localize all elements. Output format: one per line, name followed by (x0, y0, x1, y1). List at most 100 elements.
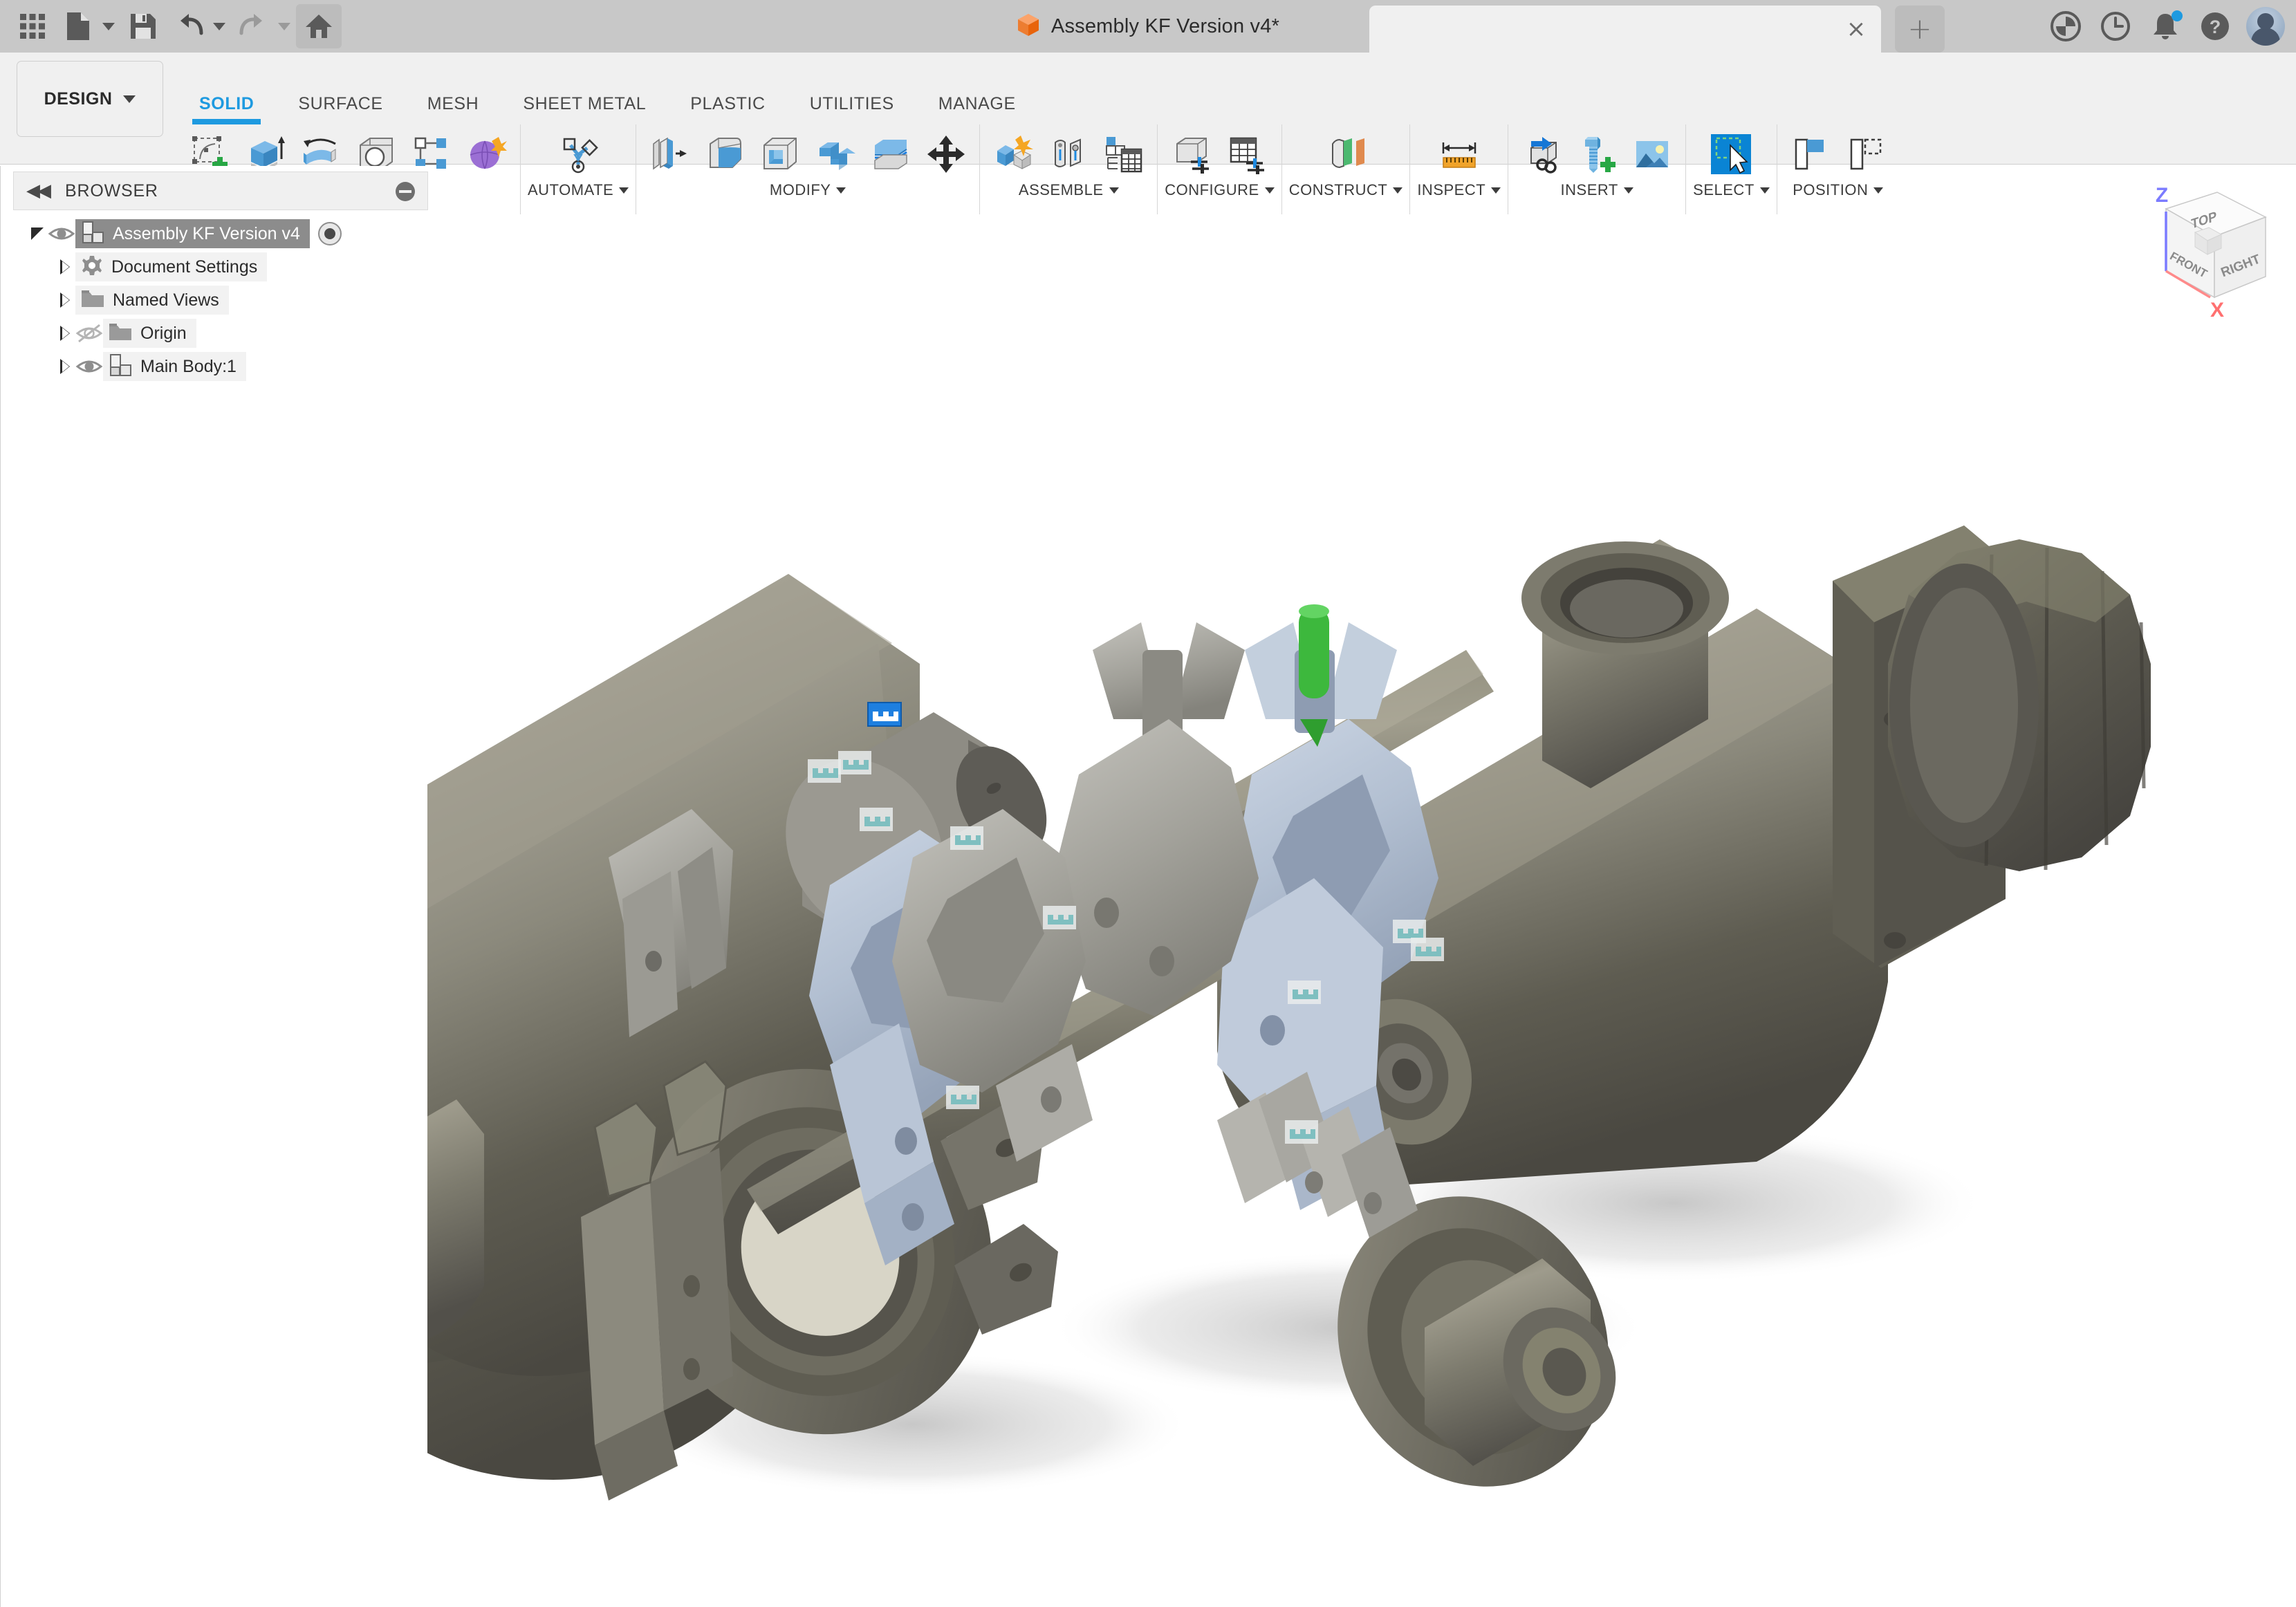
panel-label-insert[interactable]: INSERT (1561, 181, 1633, 199)
extensions-icon[interactable] (2047, 8, 2084, 45)
joint-icon[interactable] (1042, 127, 1095, 182)
expander-expanded-icon[interactable] (27, 227, 48, 240)
insert-canvas-icon[interactable] (1626, 127, 1678, 182)
fillet-icon[interactable] (698, 127, 751, 182)
automate-icon[interactable] (552, 127, 604, 182)
gear-icon (81, 254, 103, 280)
tree-row-named-views[interactable]: Named Views (1, 284, 428, 317)
combine-icon[interactable] (809, 127, 862, 182)
redo-icon[interactable] (231, 4, 277, 48)
minimize-icon[interactable] (396, 182, 415, 201)
undo-button[interactable] (166, 4, 231, 48)
tree-row-origin[interactable]: Origin (1, 317, 428, 350)
tree-row-root[interactable]: Assembly KF Version v4 (1, 217, 428, 250)
panel-label-assemble[interactable]: ASSEMBLE (1019, 181, 1119, 199)
tab-mesh[interactable]: MESH (405, 94, 501, 126)
panel-label-position[interactable]: POSITION (1793, 181, 1883, 199)
document-tab-active[interactable]: × (1369, 6, 1881, 53)
bill-of-materials-icon[interactable] (1098, 127, 1150, 182)
tab-surface[interactable]: SURFACE (276, 94, 405, 126)
back-end-block (1833, 526, 2006, 968)
tab-utilities[interactable]: UTILITIES (788, 94, 916, 126)
plus-icon: + (1907, 15, 1932, 44)
eye-visible-icon[interactable] (75, 355, 103, 378)
tab-label: MESH (427, 94, 479, 114)
chevron-down-icon (1265, 187, 1275, 194)
contact-set-marker (1288, 981, 1321, 1004)
tree-item-main-body[interactable]: Main Body:1 (103, 352, 246, 381)
knurled-knob (1888, 539, 2151, 871)
panel-label-automate[interactable]: AUTOMATE (528, 181, 629, 199)
eye-visible-icon[interactable] (48, 222, 75, 245)
tab-plastic[interactable]: PLASTIC (668, 94, 787, 126)
tab-sheet-metal[interactable]: SHEET METAL (501, 94, 668, 126)
tree-row-document-settings[interactable]: Document Settings (1, 250, 428, 284)
create-form-icon[interactable] (461, 127, 513, 182)
activate-component-radio[interactable] (318, 222, 342, 245)
new-component-icon[interactable] (987, 127, 1039, 182)
svg-text:X: X (2210, 299, 2224, 322)
tree-item-origin[interactable]: Origin (103, 319, 196, 348)
tree-item-label: Assembly KF Version v4 (113, 224, 300, 244)
avatar[interactable] (2246, 7, 2285, 46)
snapshot-icon[interactable] (1840, 127, 1892, 182)
panel-label-inspect[interactable]: INSPECT (1417, 181, 1501, 199)
tree-row-main-body[interactable]: Main Body:1 (1, 350, 428, 383)
panel-title: MODIFY (770, 181, 831, 199)
tree-item-document-settings[interactable]: Document Settings (75, 252, 267, 281)
contact-set-marker (1393, 920, 1426, 943)
expander-collapsed-icon[interactable] (55, 259, 75, 275)
back-tube-assembly (747, 526, 2151, 1534)
press-pull-icon[interactable] (643, 127, 696, 182)
tab-solid[interactable]: SOLID (177, 94, 276, 126)
panel-title: INSERT (1561, 181, 1618, 199)
expander-collapsed-icon[interactable] (55, 292, 75, 308)
expander-collapsed-icon[interactable] (55, 326, 75, 341)
contact-set-marker (1411, 938, 1444, 961)
gray-clamp-rear (892, 809, 1093, 1162)
job-status-icon[interactable] (2097, 8, 2134, 45)
app-grid-icon[interactable] (10, 4, 55, 48)
expander-collapsed-icon[interactable] (55, 359, 75, 374)
lower-shaft (747, 823, 1414, 1234)
offset-plane-icon[interactable] (1320, 127, 1372, 182)
title-bar: × + Assembly KF Version v4* (0, 0, 2296, 53)
collapse-left-icon[interactable]: ◀◀ (26, 180, 48, 201)
view-cube[interactable]: TOP FRONT RIGHT Z X (2137, 178, 2289, 331)
tab-manage[interactable]: MANAGE (916, 94, 1038, 126)
shell-icon[interactable] (754, 127, 806, 182)
workspace-switcher[interactable]: DESIGN (17, 61, 163, 137)
panel-label-select[interactable]: SELECT (1693, 181, 1770, 199)
notifications-icon[interactable] (2147, 8, 2184, 45)
file-menu-button[interactable] (55, 4, 120, 48)
insert-mcmaster-icon[interactable] (1571, 127, 1623, 182)
home-icon[interactable] (296, 4, 342, 48)
tree-item-assembly[interactable]: Assembly KF Version v4 (75, 219, 310, 248)
new-tab-button[interactable]: + (1895, 6, 1945, 53)
configure-design-icon[interactable] (1165, 127, 1218, 182)
measure-icon[interactable] (1433, 127, 1485, 182)
undo-icon[interactable] (166, 4, 212, 48)
panel-title: INSPECT (1417, 181, 1485, 199)
svg-text:Z: Z (2156, 184, 2168, 207)
panel-label-construct[interactable]: CONSTRUCT (1289, 181, 1403, 199)
help-icon[interactable]: ? (2196, 8, 2234, 45)
align-icon[interactable] (1784, 127, 1837, 182)
panel-label-configure[interactable]: CONFIGURE (1165, 181, 1275, 199)
panel-label-modify[interactable]: MODIFY (770, 181, 846, 199)
save-icon[interactable] (120, 4, 166, 48)
select-window-icon[interactable] (1705, 127, 1757, 182)
tree-item-named-views[interactable]: Named Views (75, 286, 229, 315)
eye-hidden-icon[interactable] (75, 322, 103, 345)
redo-button[interactable] (231, 4, 296, 48)
back-upper-port (1521, 539, 1729, 788)
tab-label: MANAGE (938, 94, 1016, 114)
close-icon[interactable]: × (1844, 17, 1869, 41)
offset-face-icon[interactable] (864, 127, 917, 182)
configuration-table-icon[interactable] (1221, 127, 1273, 182)
insert-derive-icon[interactable] (1515, 127, 1568, 182)
file-icon[interactable] (55, 4, 101, 48)
panel-title: ASSEMBLE (1019, 181, 1104, 199)
move-copy-icon[interactable] (920, 127, 972, 182)
chevron-down-icon (1491, 187, 1501, 194)
